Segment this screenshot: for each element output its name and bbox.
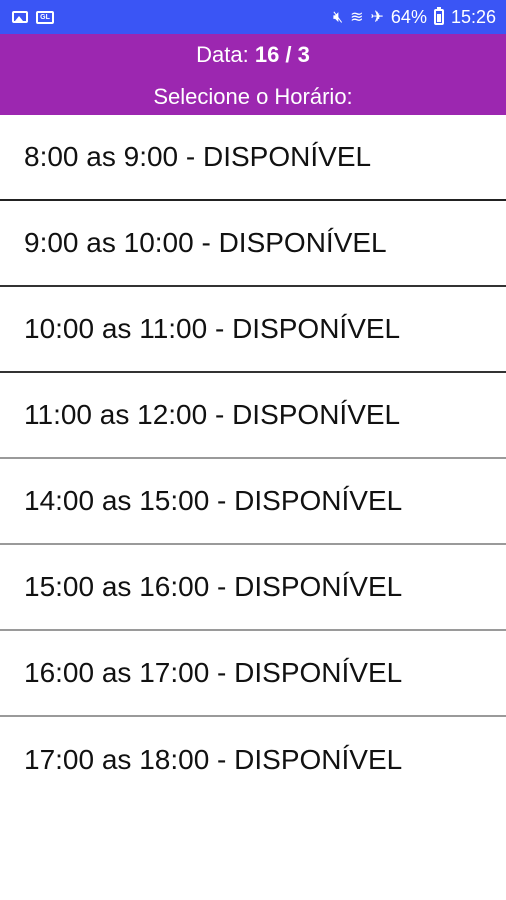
time-slot[interactable]: 17:00 as 18:00 - DISPONÍVEL bbox=[0, 717, 506, 803]
airplane-icon: ✈ bbox=[370, 7, 384, 26]
battery-icon bbox=[433, 7, 444, 25]
header: Data: 16 / 3 Selecione o Horário: bbox=[0, 34, 506, 115]
time-slot[interactable]: 8:00 as 9:00 - DISPONÍVEL bbox=[0, 115, 506, 201]
time-slot[interactable]: 10:00 as 11:00 - DISPONÍVEL bbox=[0, 287, 506, 373]
date-label: Data: bbox=[196, 42, 249, 67]
date-line: Data: 16 / 3 bbox=[0, 42, 506, 68]
clock: 15:26 bbox=[450, 6, 496, 27]
gallery-icon: GL bbox=[36, 10, 54, 24]
time-slot-list: 8:00 as 9:00 - DISPONÍVEL 9:00 as 10:00 … bbox=[0, 115, 506, 803]
status-right: 🔇︎ ≋ ✈ 64% 15:26 bbox=[333, 7, 496, 28]
time-slot[interactable]: 16:00 as 17:00 - DISPONÍVEL bbox=[0, 631, 506, 717]
mute-icon: 🔇︎ bbox=[333, 7, 344, 26]
date-value: 16 / 3 bbox=[254, 42, 310, 67]
time-slot[interactable]: 14:00 as 15:00 - DISPONÍVEL bbox=[0, 459, 506, 545]
time-slot[interactable]: 9:00 as 10:00 - DISPONÍVEL bbox=[0, 201, 506, 287]
time-slot[interactable]: 15:00 as 16:00 - DISPONÍVEL bbox=[0, 545, 506, 631]
wifi-icon: ≋ bbox=[350, 7, 364, 26]
subtitle: Selecione o Horário: bbox=[153, 84, 353, 109]
time-slot[interactable]: 11:00 as 12:00 - DISPONÍVEL bbox=[0, 373, 506, 459]
status-bar: GL 🔇︎ ≋ ✈ 64% 15:26 bbox=[0, 0, 506, 34]
battery-percentage: 64% bbox=[390, 6, 427, 27]
status-left: GL bbox=[12, 10, 54, 24]
image-icon bbox=[12, 11, 28, 23]
